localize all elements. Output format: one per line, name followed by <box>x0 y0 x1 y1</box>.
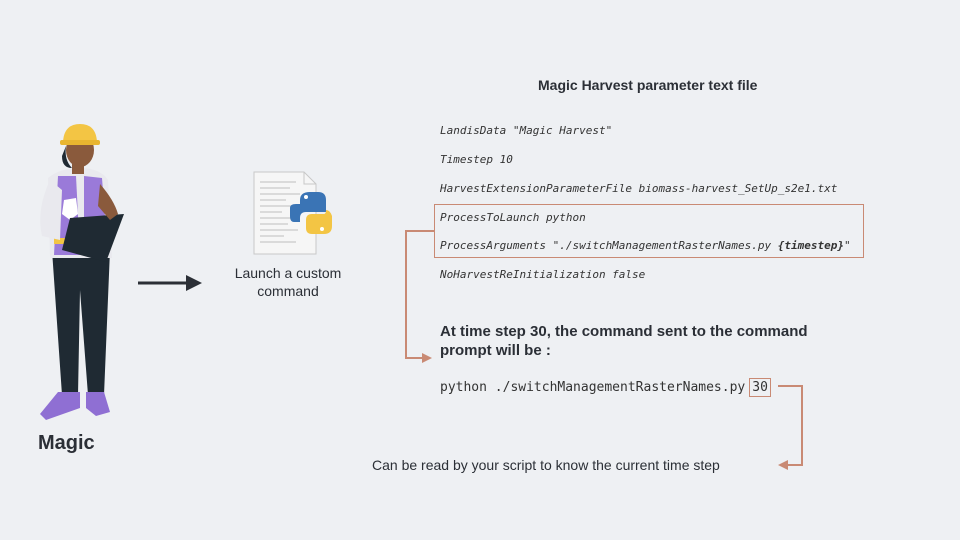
param-line-landisdata: LandisData "Magic Harvest" <box>440 124 613 137</box>
python-script-icon <box>253 171 332 255</box>
param-line-no-harvest-reinit: NoHarvestReInitialization false <box>440 268 646 281</box>
character-name: Magic <box>38 432 95 454</box>
param-line-process-arguments: ProcessArguments "./switchManagementRast… <box>440 239 851 252</box>
param-line-harvest-extension: HarvestExtensionParameterFile biomass-ha… <box>440 182 838 195</box>
result-command-line: python ./switchManagementRasterNames.py 3… <box>440 378 771 397</box>
timestep-token: {timestep} <box>777 239 844 252</box>
timestep-note: Can be read by your script to know the c… <box>372 457 720 473</box>
result-heading: At time step 30, the command sent to the… <box>440 323 808 359</box>
process-arguments-suffix: " <box>844 239 851 252</box>
process-arguments-prefix: ProcessArguments "./switchManagementRast… <box>440 239 778 252</box>
param-line-timestep: Timestep 10 <box>440 153 513 166</box>
worker-illustration <box>40 124 124 420</box>
connector-arrow-to-result <box>405 230 434 363</box>
connector-arrow-to-note <box>778 385 803 470</box>
launch-command-label: Launch a custom command <box>234 265 342 299</box>
param-line-process-to-launch: ProcessToLaunch python <box>440 211 586 224</box>
timestep-value-box: 30 <box>749 378 771 397</box>
result-command: python ./switchManagementRasterNames.py <box>440 380 746 395</box>
parameter-file-title: Magic Harvest parameter text file <box>538 77 758 93</box>
right-arrow-icon <box>138 275 202 291</box>
